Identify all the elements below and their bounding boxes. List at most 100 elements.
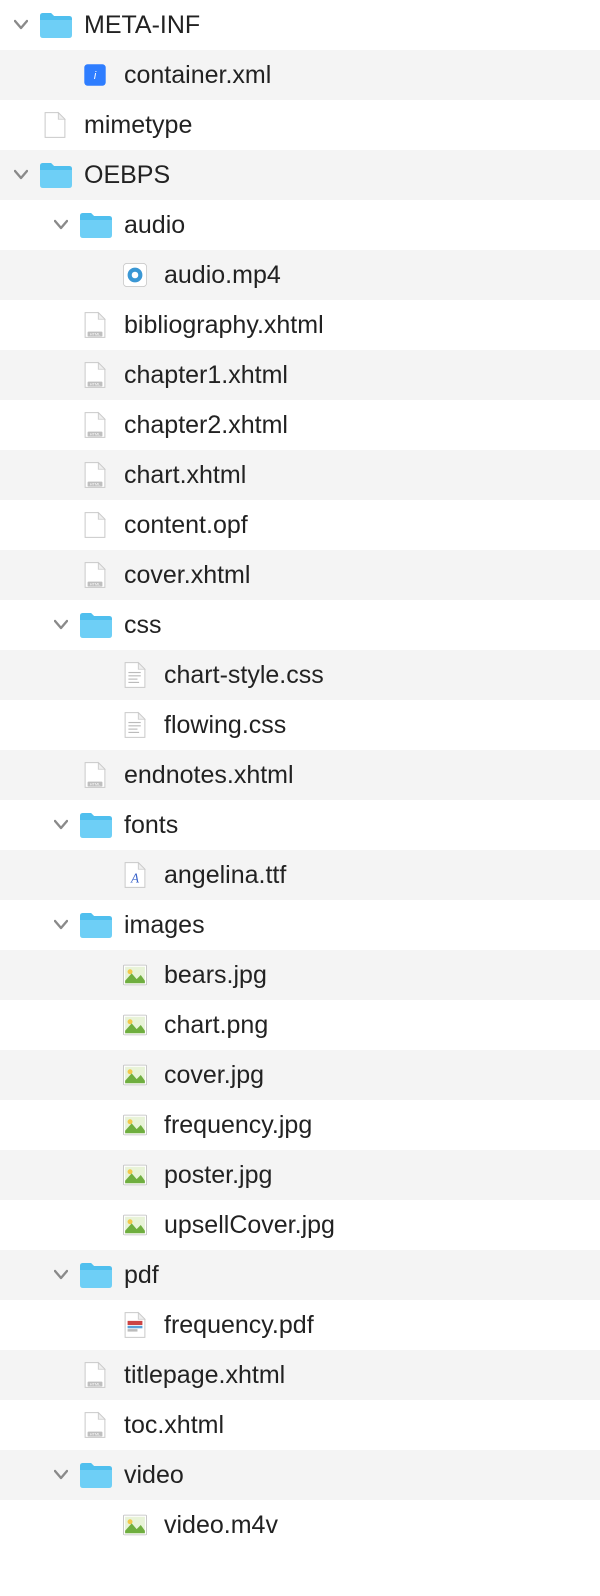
tree-item-label: images <box>124 911 205 940</box>
tree-item-label: frequency.jpg <box>164 1111 312 1140</box>
text-icon <box>118 708 152 742</box>
chevron-down-icon[interactable] <box>50 618 72 632</box>
tree-item-label: titlepage.xhtml <box>124 1361 285 1390</box>
tree-item-label: chart-style.css <box>164 661 324 690</box>
tree-row[interactable]: chapter1.xhtml <box>0 350 600 400</box>
html-icon <box>78 458 112 492</box>
tree-item-label: audio <box>124 211 185 240</box>
pdf-icon <box>118 1308 152 1342</box>
folder-icon <box>38 158 72 192</box>
tree-row[interactable]: chapter2.xhtml <box>0 400 600 450</box>
tree-item-label: css <box>124 611 162 640</box>
html-icon <box>78 408 112 442</box>
html-icon <box>78 308 112 342</box>
folder-icon <box>78 208 112 242</box>
font-icon <box>118 858 152 892</box>
chevron-down-icon[interactable] <box>50 1468 72 1482</box>
tree-item-label: video <box>124 1461 184 1490</box>
chevron-down-icon[interactable] <box>10 18 32 32</box>
tree-row[interactable]: cover.jpg <box>0 1050 600 1100</box>
folder-icon <box>78 608 112 642</box>
html-icon <box>78 558 112 592</box>
tree-item-label: META-INF <box>84 11 200 40</box>
tree-row[interactable]: upsellCover.jpg <box>0 1200 600 1250</box>
tree-item-label: frequency.pdf <box>164 1311 314 1340</box>
tree-row[interactable]: frequency.jpg <box>0 1100 600 1150</box>
tree-item-label: container.xml <box>124 61 271 90</box>
tree-item-label: bibliography.xhtml <box>124 311 324 340</box>
tree-row[interactable]: frequency.pdf <box>0 1300 600 1350</box>
tree-row[interactable]: chart.png <box>0 1000 600 1050</box>
tree-row[interactable]: fonts <box>0 800 600 850</box>
tree-item-label: poster.jpg <box>164 1161 272 1190</box>
tree-item-label: cover.jpg <box>164 1061 264 1090</box>
folder-icon <box>38 8 72 42</box>
tree-item-label: bears.jpg <box>164 961 267 990</box>
tree-item-label: chapter1.xhtml <box>124 361 288 390</box>
tree-row[interactable]: bibliography.xhtml <box>0 300 600 350</box>
tree-row[interactable]: META-INF <box>0 0 600 50</box>
tree-row[interactable]: chart-style.css <box>0 650 600 700</box>
tree-row[interactable]: bears.jpg <box>0 950 600 1000</box>
tree-item-label: toc.xhtml <box>124 1411 224 1440</box>
tree-item-label: fonts <box>124 811 178 840</box>
tree-row[interactable]: mimetype <box>0 100 600 150</box>
tree-item-label: mimetype <box>84 111 192 140</box>
tree-row[interactable]: poster.jpg <box>0 1150 600 1200</box>
tree-item-label: content.opf <box>124 511 248 540</box>
blank-icon <box>78 508 112 542</box>
chevron-down-icon[interactable] <box>50 918 72 932</box>
img-icon <box>118 1208 152 1242</box>
tree-row[interactable]: audio <box>0 200 600 250</box>
tree-item-label: upsellCover.jpg <box>164 1211 335 1240</box>
chevron-down-icon[interactable] <box>50 818 72 832</box>
tree-row[interactable]: container.xml <box>0 50 600 100</box>
img-icon <box>118 958 152 992</box>
tree-item-label: video.m4v <box>164 1511 278 1540</box>
img-icon <box>118 1508 152 1542</box>
tree-row[interactable]: pdf <box>0 1250 600 1300</box>
folder-icon <box>78 908 112 942</box>
tree-item-label: OEBPS <box>84 161 170 190</box>
blank-icon <box>38 108 72 142</box>
file-tree: META-INF container.xml mimetype OEBPS audio a… <box>0 0 600 1550</box>
tree-row[interactable]: toc.xhtml <box>0 1400 600 1450</box>
tree-row[interactable]: images <box>0 900 600 950</box>
xml-icon <box>78 58 112 92</box>
tree-row[interactable]: endnotes.xhtml <box>0 750 600 800</box>
tree-row[interactable]: cover.xhtml <box>0 550 600 600</box>
html-icon <box>78 758 112 792</box>
tree-row[interactable]: angelina.ttf <box>0 850 600 900</box>
img-icon <box>118 1058 152 1092</box>
tree-item-label: angelina.ttf <box>164 861 286 890</box>
html-icon <box>78 1358 112 1392</box>
tree-item-label: chart.png <box>164 1011 268 1040</box>
tree-row[interactable]: video <box>0 1450 600 1500</box>
img-icon <box>118 1158 152 1192</box>
chevron-down-icon[interactable] <box>50 218 72 232</box>
chevron-down-icon[interactable] <box>50 1268 72 1282</box>
tree-row[interactable]: titlepage.xhtml <box>0 1350 600 1400</box>
folder-icon <box>78 1458 112 1492</box>
text-icon <box>118 658 152 692</box>
tree-item-label: chapter2.xhtml <box>124 411 288 440</box>
tree-row[interactable]: content.opf <box>0 500 600 550</box>
chevron-down-icon[interactable] <box>10 168 32 182</box>
tree-item-label: audio.mp4 <box>164 261 281 290</box>
tree-row[interactable]: css <box>0 600 600 650</box>
media-icon <box>118 258 152 292</box>
tree-row[interactable]: video.m4v <box>0 1500 600 1550</box>
folder-icon <box>78 1258 112 1292</box>
tree-item-label: pdf <box>124 1261 159 1290</box>
tree-item-label: cover.xhtml <box>124 561 250 590</box>
tree-item-label: flowing.css <box>164 711 286 740</box>
tree-row[interactable]: chart.xhtml <box>0 450 600 500</box>
img-icon <box>118 1108 152 1142</box>
tree-row[interactable]: flowing.css <box>0 700 600 750</box>
img-icon <box>118 1008 152 1042</box>
tree-item-label: chart.xhtml <box>124 461 246 490</box>
tree-row[interactable]: OEBPS <box>0 150 600 200</box>
folder-icon <box>78 808 112 842</box>
html-icon <box>78 358 112 392</box>
tree-row[interactable]: audio.mp4 <box>0 250 600 300</box>
